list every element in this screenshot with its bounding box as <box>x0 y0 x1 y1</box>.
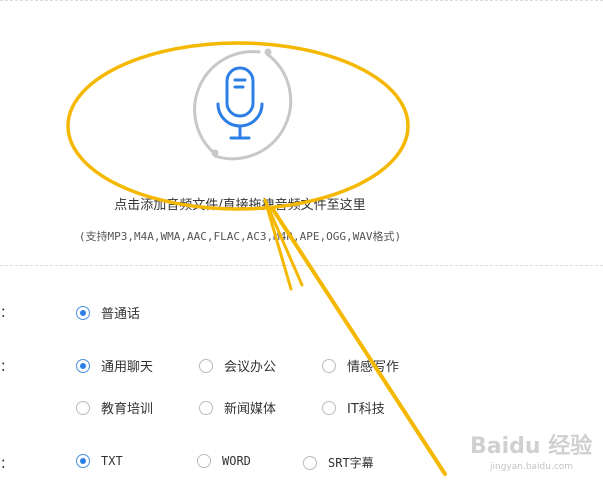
radio-scene-meeting[interactable]: 会议办公 <box>199 356 276 375</box>
radio-indicator <box>76 305 90 320</box>
radio-label: 会议办公 <box>224 360 277 375</box>
radio-label: 普通话 <box>101 307 141 322</box>
radio-indicator <box>199 358 213 373</box>
upload-drop-zone[interactable]: 点击添加音频文件/直接拖拽音频文件至这里 (支持MP3,M4A,WMA,AAC,… <box>0 0 603 265</box>
upload-instruction: 点击添加音频文件/直接拖拽音频文件至这里 <box>114 198 366 213</box>
radio-indicator <box>322 358 336 373</box>
radio-indicator <box>76 454 90 468</box>
radio-label: 教育培训 <box>101 402 154 417</box>
radio-indicator <box>199 400 213 415</box>
radio-label: TXT <box>101 454 123 468</box>
radio-scene-news-media[interactable]: 新闻媒体 <box>199 398 276 417</box>
radio-indicator <box>76 400 90 415</box>
supported-formats-hint: (支持MP3,M4A,WMA,AAC,FLAC,AC3,M4R,APE,OGG,… <box>78 230 402 243</box>
radio-format-srt[interactable]: SRT字幕 <box>303 454 374 471</box>
radio-scene-general-chat[interactable]: 通用聊天 <box>76 356 153 375</box>
watermark-logo: Baidu 经验 <box>470 434 593 459</box>
radio-label: 新闻媒体 <box>224 402 277 417</box>
radio-label: 通用聊天 <box>101 360 154 375</box>
radio-indicator <box>76 358 90 373</box>
radio-indicator <box>197 454 211 468</box>
watermark-url: jingyan.baidu.com <box>490 462 574 472</box>
radio-format-word[interactable]: WORD <box>197 454 251 468</box>
radio-label: 情感写作 <box>347 360 400 375</box>
format-label: 式： <box>0 457 14 472</box>
radio-label: SRT字幕 <box>328 456 374 470</box>
radio-scene-it-tech[interactable]: IT科技 <box>322 398 385 417</box>
radio-indicator <box>303 455 317 470</box>
section-divider <box>0 265 603 266</box>
radio-scene-education[interactable]: 教育培训 <box>76 398 153 417</box>
radio-format-txt[interactable]: TXT <box>76 454 123 468</box>
radio-label: IT科技 <box>347 402 385 417</box>
radio-label: WORD <box>222 454 251 468</box>
radio-scene-emotional-writing[interactable]: 情感写作 <box>322 356 399 375</box>
radio-language-mandarin[interactable]: 普通话 <box>76 303 140 322</box>
radio-indicator <box>322 400 336 415</box>
language-label: 言： <box>0 306 14 321</box>
microphone-icon <box>193 48 293 161</box>
scene-label: 景： <box>0 360 14 375</box>
